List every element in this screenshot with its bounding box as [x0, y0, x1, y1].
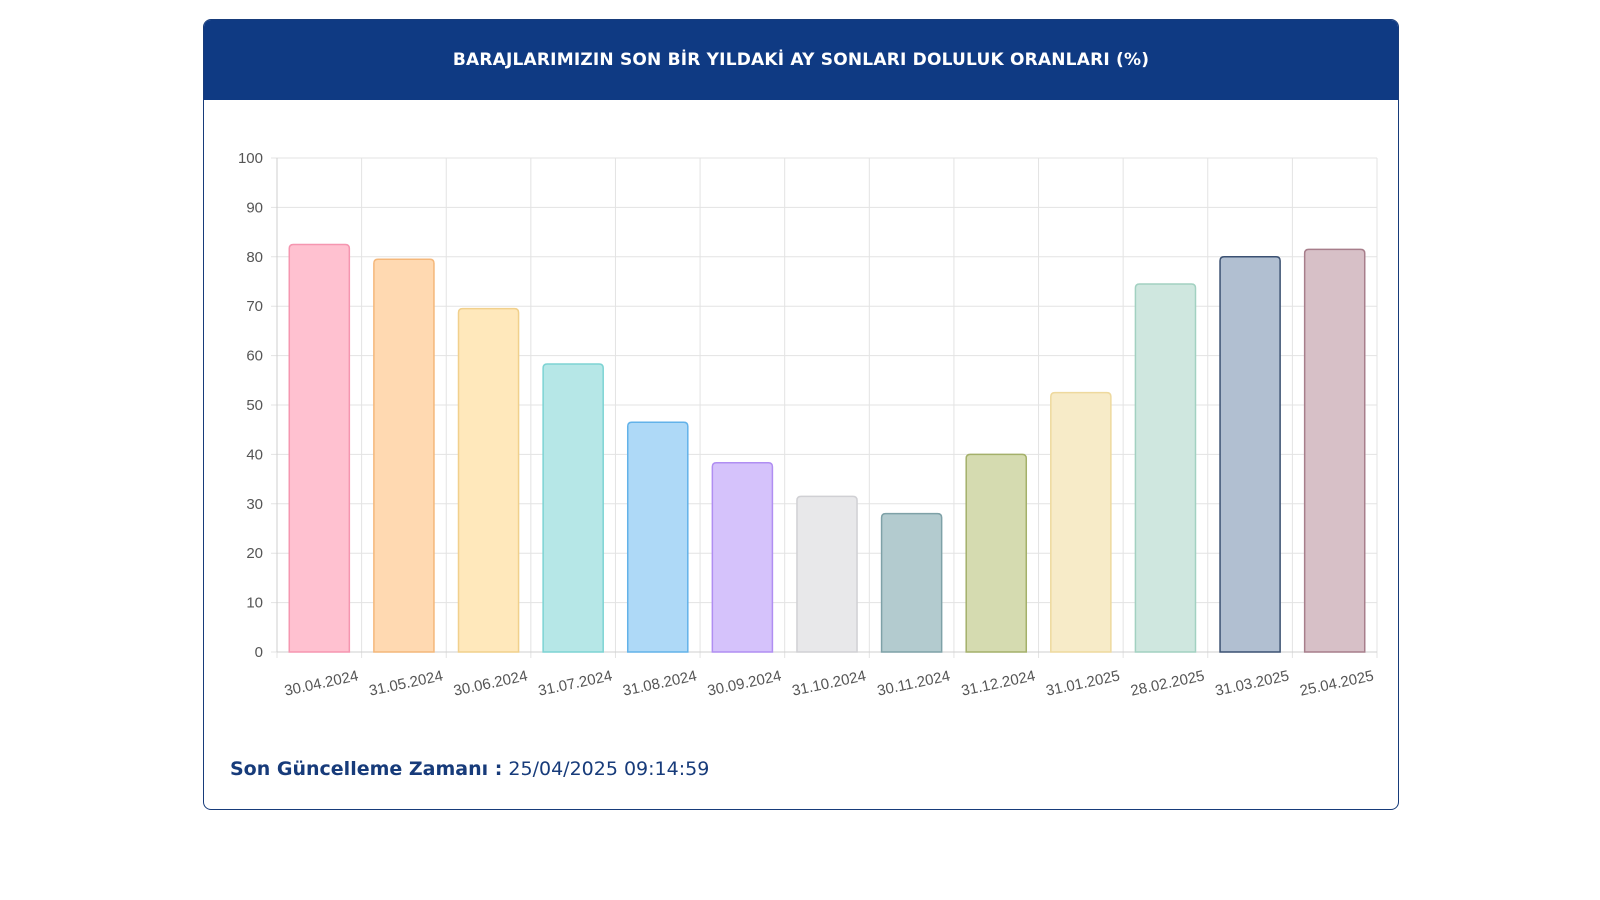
x-tick-label: 31.05.2024: [368, 667, 445, 699]
x-tick-label: 31.03.2025: [1214, 667, 1291, 699]
bar: [1134, 283, 1197, 653]
chart-panel: BARAJLARIMIZIN SON BİR YILDAKİ AY SONLAR…: [203, 19, 1399, 810]
x-tick-label: 30.04.2024: [283, 667, 360, 699]
x-tick-label: 31.01.2025: [1044, 667, 1121, 699]
y-tick-label: 10: [246, 595, 263, 612]
y-tick-label: 40: [246, 446, 263, 463]
last-update: Son Güncelleme Zamanı : 25/04/2025 09:14…: [230, 758, 709, 780]
bar: [373, 258, 435, 653]
bar: [1219, 256, 1281, 653]
y-tick-label: 50: [246, 397, 263, 414]
x-tick-label: 31.10.2024: [791, 667, 868, 699]
bar: [626, 421, 689, 653]
y-tick-label: 100: [238, 150, 263, 167]
bar: [1303, 248, 1366, 653]
x-tick-label: 30.11.2024: [876, 668, 952, 700]
x-tick-label: 31.07.2024: [537, 667, 614, 699]
x-tick-label: 30.06.2024: [452, 667, 529, 699]
bar: [711, 462, 774, 653]
y-tick-label: 70: [246, 298, 263, 315]
bar: [1050, 391, 1112, 653]
panel-header: BARAJLARIMIZIN SON BİR YILDAKİ AY SONLAR…: [204, 20, 1398, 100]
bar: [288, 243, 351, 653]
x-tick-label: 25.04.2025: [1298, 667, 1375, 699]
x-tick-label: 31.08.2024: [621, 667, 698, 699]
y-tick-label: 30: [246, 496, 263, 513]
bar: [965, 453, 1028, 653]
y-tick-label: 80: [246, 249, 263, 266]
y-tick-label: 60: [246, 348, 263, 365]
bar: [457, 307, 520, 653]
x-tick-label: 28.02.2025: [1129, 667, 1206, 699]
panel-title: BARAJLARIMIZIN SON BİR YILDAKİ AY SONLAR…: [452, 50, 1150, 70]
y-tick-label: 0: [255, 644, 263, 661]
bar-chart: 0 10 20 30 40 50 60 70 80 90 100 30.04.2024 31.05.20…: [238, 150, 1378, 700]
y-tick-label: 20: [246, 545, 263, 562]
last-update-value: 25/04/2025 09:14:59: [508, 758, 710, 780]
x-tick-label: 31.12.2024: [960, 667, 1037, 699]
bar: [796, 495, 858, 653]
x-tick-label: 30.09.2024: [706, 667, 783, 699]
y-tick-label: 90: [246, 199, 263, 216]
bar: [880, 512, 943, 653]
bar: [542, 363, 604, 653]
last-update-label: Son Güncelleme Zamanı :: [230, 758, 503, 780]
